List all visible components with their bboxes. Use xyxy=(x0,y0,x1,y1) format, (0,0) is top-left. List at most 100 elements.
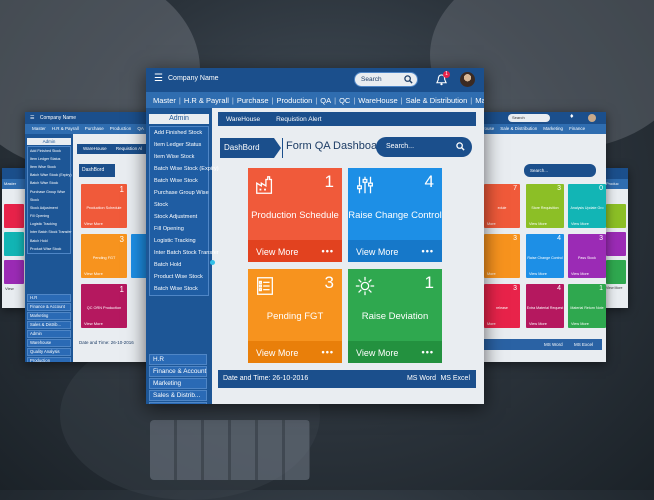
dashboard-tile[interactable]: 3 Pending FGT View More ••• xyxy=(248,269,342,363)
dashboard-tile[interactable]: 1 QC ORN Production View More xyxy=(81,284,127,328)
menu-item[interactable]: Finance xyxy=(566,124,588,134)
sidebar-item[interactable]: Product Wise Stock xyxy=(150,271,208,283)
search-pill[interactable]: Search xyxy=(508,114,550,122)
sidebar-item[interactable]: Batch Hold xyxy=(150,259,208,271)
sidebar-item[interactable]: Stock Adjustment xyxy=(28,204,70,212)
bell-icon[interactable]: ♦ xyxy=(570,113,574,120)
sidebar-module[interactable]: Sales & Distrib... xyxy=(149,390,207,401)
tab-requisition-alert[interactable]: Requistion Al xyxy=(116,146,142,151)
menu-item[interactable]: Production xyxy=(273,96,315,105)
avatar[interactable] xyxy=(588,114,596,122)
dashboard-tile[interactable]: 3 More xyxy=(484,234,520,278)
avatar[interactable] xyxy=(460,72,475,87)
dashboard-search-box[interactable]: Search... xyxy=(376,137,472,157)
ms-excel-button[interactable]: MS Excel xyxy=(574,339,593,350)
sidebar-module[interactable]: Sales & Distrib... xyxy=(27,321,71,329)
menu-item[interactable]: Master xyxy=(29,124,49,134)
view-more-link[interactable]: View More xyxy=(84,271,103,276)
sidebar-item[interactable]: Inter Batch Stock Transfer xyxy=(150,247,219,259)
search-icon[interactable] xyxy=(456,142,465,151)
search-input[interactable]: Search xyxy=(512,115,525,120)
view-more-link[interactable]: View More xyxy=(529,222,547,226)
dashboard-tile[interactable]: 1 Production Schedule View More xyxy=(81,184,127,228)
sidebar-item[interactable]: Batch Wise Stock xyxy=(28,180,70,188)
tab-warehouse[interactable]: WareHouse xyxy=(218,116,268,123)
dashboard-tile[interactable]: 4 Raise Change Control View More ••• xyxy=(348,168,442,262)
search-icon[interactable] xyxy=(404,75,413,84)
menu-item-master[interactable]: Master xyxy=(4,181,16,186)
sidebar-item[interactable]: Logistic Tracking xyxy=(28,221,70,229)
menu-item[interactable]: Sale & Distribution xyxy=(497,124,540,134)
dashboard-tile[interactable]: 4 Extra Material Request View More xyxy=(526,284,564,328)
view-more-link[interactable]: More xyxy=(487,272,496,276)
sidebar-module[interactable]: Production xyxy=(27,357,71,362)
view-more-link[interactable]: View More xyxy=(84,321,103,326)
sidebar-module[interactable]: H.R xyxy=(27,294,71,302)
view-more-link[interactable]: More xyxy=(487,322,496,326)
dashboard-search-input[interactable]: Search... xyxy=(386,143,414,150)
more-dots-icon[interactable]: ••• xyxy=(422,347,434,357)
ms-word-button[interactable]: MS Word xyxy=(407,375,436,382)
tile-footer[interactable]: View More ••• xyxy=(348,341,442,363)
dashboard-tile[interactable]: 1 Material Return Note View More xyxy=(568,284,606,328)
sidebar-item[interactable]: Batch Wise Stock xyxy=(150,283,208,295)
menu-icon[interactable]: ☰ xyxy=(30,115,34,121)
sidebar-item[interactable]: Batch Wise Stock (Expiry) xyxy=(28,172,72,180)
tile-footer[interactable]: View More ••• xyxy=(248,240,342,262)
sidebar-module[interactable]: Admin xyxy=(149,402,207,404)
menu-item[interactable]: H.R & Payrall xyxy=(181,96,232,105)
dashboard-tile[interactable]: 3 Pass Stock View More xyxy=(568,234,606,278)
more-dots-icon[interactable]: ••• xyxy=(322,246,334,256)
dashboard-button[interactable]: DashBord xyxy=(220,138,274,158)
sidebar-module[interactable]: Quality Analysis xyxy=(27,348,71,356)
view-more-link[interactable]: View More xyxy=(529,322,547,326)
sidebar-item[interactable]: Add Finished Stock xyxy=(150,127,208,139)
tile-small[interactable] xyxy=(606,260,626,284)
sidebar-module[interactable]: Marketing xyxy=(27,312,71,320)
sidebar-scroll-indicator[interactable] xyxy=(210,260,215,265)
search-box[interactable]: Search... xyxy=(524,164,596,177)
dashboard-tile[interactable]: 3 release More xyxy=(484,284,520,328)
tab-requisition-alert[interactable]: Requistion Alert xyxy=(268,116,330,123)
dashboard-tile[interactable]: 1 Production Schedule View More ••• xyxy=(248,168,342,262)
view-more-link[interactable]: View More xyxy=(84,221,103,226)
dashboard-tile[interactable]: 7 edule More xyxy=(484,184,520,228)
sidebar-module[interactable]: Finance & Account xyxy=(149,366,207,377)
sidebar-item[interactable]: Stock xyxy=(28,196,70,204)
sidebar-item[interactable]: Fill Opening xyxy=(28,213,70,221)
dashboard-button[interactable]: DashBord xyxy=(79,164,115,177)
sidebar-item[interactable]: Purchase Group Wise xyxy=(150,187,209,199)
view-more-link[interactable]: View More xyxy=(571,272,589,276)
menu-icon[interactable]: ☰ xyxy=(154,73,163,84)
menu-item[interactable]: QA xyxy=(317,96,334,105)
tile-small[interactable] xyxy=(4,232,24,256)
menu-item[interactable]: QA xyxy=(134,124,147,134)
ms-excel-button[interactable]: MS Excel xyxy=(440,375,470,382)
sidebar-module[interactable]: H.R xyxy=(149,354,207,365)
sidebar-item[interactable]: Product Wise Stock xyxy=(28,245,70,253)
menu-item[interactable]: Marketing xyxy=(472,96,484,105)
dashboard-tile[interactable]: 3 Pending FGT View More xyxy=(81,234,127,278)
view-more-link[interactable]: View More xyxy=(256,247,298,257)
dashboard-tile[interactable]: 3 Store Requisition View More xyxy=(526,184,564,228)
ms-word-button[interactable]: MS Word xyxy=(544,339,563,350)
sidebar-item[interactable]: Batch Wise Stock (Expiry) xyxy=(150,163,219,175)
sidebar-item[interactable]: Inter Batch Stock Transfer xyxy=(28,229,72,237)
tile-small[interactable] xyxy=(4,260,24,284)
sidebar-module[interactable]: Finance & Account xyxy=(27,303,71,311)
menu-item[interactable]: Purchase xyxy=(234,96,272,105)
sidebar-item[interactable]: Item Ledger Status xyxy=(28,155,70,163)
search-input[interactable]: Search xyxy=(361,76,382,83)
tile-footer[interactable]: View More ••• xyxy=(348,240,442,262)
view-more-link[interactable]: View More xyxy=(356,247,398,257)
sidebar-item[interactable]: Add Finished Stock xyxy=(28,147,70,155)
sidebar-module[interactable]: Warehouse xyxy=(27,339,71,347)
view-more-link[interactable]: View More xyxy=(571,222,589,226)
menu-item-production[interactable]: Produc xyxy=(606,181,619,186)
sidebar-item[interactable]: Fill Opening xyxy=(150,223,208,235)
sidebar-item[interactable]: Item Wise Stock xyxy=(28,163,70,171)
view-more-link[interactable]: View More xyxy=(529,272,547,276)
tile-small[interactable] xyxy=(606,232,626,256)
sidebar-item[interactable]: Batch Wise Stock xyxy=(150,175,208,187)
menu-item[interactable]: Master xyxy=(150,96,179,105)
